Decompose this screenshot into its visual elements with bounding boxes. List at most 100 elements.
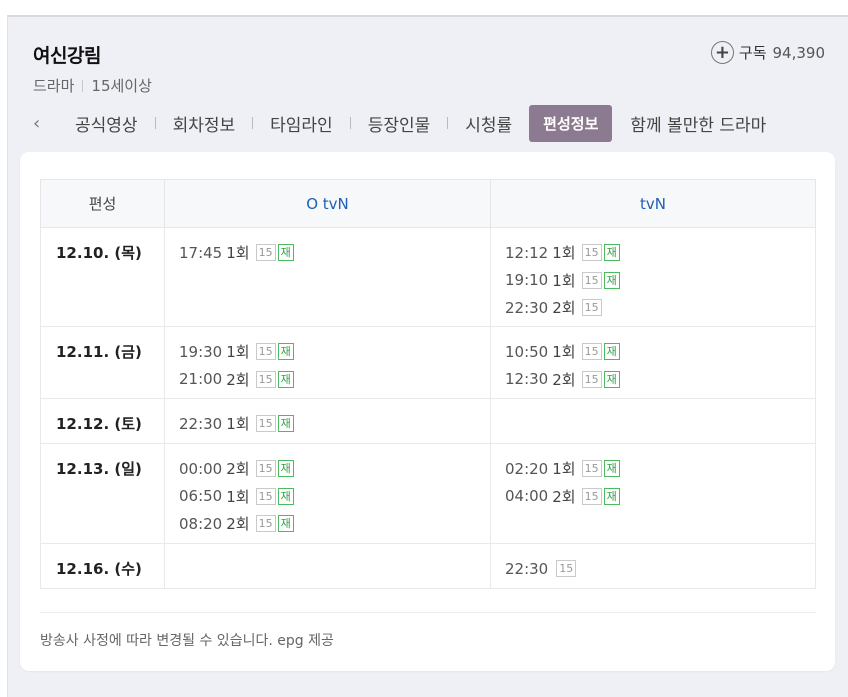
rating-label: 15세이상 [91,77,152,95]
rerun-badge: 재 [277,370,294,388]
airing-time: 19:30 [179,342,223,361]
schedule-header-row: 편성 O tvN tvN [40,179,816,228]
schedule-slot-ch1: 17:45 1회 15 재 [164,227,491,327]
airing-episode: 1회 [226,343,250,362]
airing-episode: 2회 [226,370,250,389]
meta-divider [82,79,84,92]
tab-divider [154,117,156,129]
airing-episode: 2회 [552,487,576,506]
airing-episode: 1회 [552,271,576,290]
airing-time: 22:30 [505,559,549,578]
rerun-badge: 재 [277,343,294,361]
airing-item[interactable]: 17:45 1회 15 재 [179,239,490,267]
airing-item[interactable]: 00:00 2회 15 재 [179,455,490,483]
schedule-slot-ch1 [164,543,491,589]
tab-schedule[interactable]: 편성정보 [529,104,613,142]
age-rating-badge: 15 [581,343,602,361]
tab-divider [252,117,254,129]
rerun-badge: 재 [277,487,294,505]
airing-time: 08:20 [179,514,223,533]
schedule-slot-ch2: 10:50 1회 15 재 12:30 2회 15 재 [490,326,816,399]
rerun-badge: 재 [277,460,294,478]
schedule-row: 12.16. (수) 22:30 15 [40,543,816,589]
airing-episode: 1회 [552,244,576,263]
airing-item[interactable]: 22:30 15 [505,555,815,583]
tab-divider [349,117,351,129]
rerun-badge: 재 [603,370,620,388]
age-rating-badge: 15 [255,370,276,388]
age-rating-badge: 15 [581,299,602,317]
rerun-badge: 재 [603,244,620,262]
schedule-row: 12.11. (금) 19:30 1회 15 재 21:00 2회 15 재 10:50 1회 15 재… [40,326,816,399]
genre-label: 드라마 [33,77,75,95]
airing-item[interactable]: 08:20 2회 15 재 [179,510,490,538]
airing-item[interactable]: 22:30 1회 15 재 [179,410,490,438]
airing-time: 06:50 [179,487,223,506]
footer-divider [40,612,816,613]
plus-circle-icon[interactable]: + [710,41,734,64]
header-schedule: 편성 [40,179,165,228]
airing-item[interactable]: 21:00 2회 15 재 [179,366,490,394]
age-rating-badge: 15 [255,487,276,505]
airing-item[interactable]: 12:30 2회 15 재 [505,366,815,394]
airing-episode: 2회 [226,460,250,479]
airing-episode: 1회 [226,244,250,263]
program-card: 여신강림 드라마 15세이상 + 구독 94,390 ‹ 공식영상 회차정보 타… [7,15,848,697]
airing-time: 22:30 [505,298,549,317]
tab-episode-info[interactable]: 회차정보 [173,111,236,136]
tab-similar-dramas[interactable]: 함께 볼만한 드라마 [630,111,766,136]
airing-item[interactable]: 19:30 1회 15 재 [179,338,490,366]
rerun-badge: 재 [277,244,294,262]
airing-episode: 2회 [552,370,576,389]
schedule-row: 12.10. (목) 17:45 1회 15 재 12:12 1회 15 재 19:10 1회 15 재… [40,227,816,327]
subscribe-label: 구독 [738,44,767,62]
age-rating-badge: 15 [255,515,276,533]
airing-item[interactable]: 12:12 1회 15 재 [505,239,815,267]
tab-official-video[interactable]: 공식영상 [75,111,138,136]
airing-item[interactable]: 02:20 1회 15 재 [505,455,815,483]
schedule-date: 12.11. (금) [40,326,165,399]
age-rating-badge: 15 [581,487,602,505]
rerun-badge: 재 [603,460,620,478]
airing-time: 04:00 [505,487,549,506]
airing-time: 00:00 [179,459,223,478]
tab-cast[interactable]: 등장인물 [368,111,431,136]
schedule-slot-ch2: 02:20 1회 15 재 04:00 2회 15 재 [490,443,816,544]
airing-episode: 1회 [552,343,576,362]
airing-item[interactable]: 06:50 1회 15 재 [179,483,490,511]
age-rating-badge: 15 [255,415,276,433]
airing-item[interactable]: 19:10 1회 15 재 [505,267,815,295]
airing-item[interactable]: 10:50 1회 15 재 [505,338,815,366]
age-rating-badge: 15 [581,244,602,262]
chevron-left-icon[interactable]: ‹ [33,113,55,134]
schedule-slot-ch1: 22:30 1회 15 재 [164,398,491,444]
tab-ratings[interactable]: 시청률 [465,111,512,136]
header-otvn[interactable]: O tvN [164,179,491,228]
header-tvn[interactable]: tvN [490,179,816,228]
schedule-row: 12.12. (토) 22:30 1회 15 재 [40,398,816,444]
airing-episode: 1회 [552,460,576,479]
program-meta: 드라마 15세이상 [33,75,152,96]
schedule-slot-ch2: 12:12 1회 15 재 19:10 1회 15 재 22:30 2회 15 [490,227,816,327]
airing-item[interactable]: 04:00 2회 15 재 [505,483,815,511]
subscribe-button[interactable]: + 구독 94,390 [710,41,826,64]
schedule-slot-ch1: 00:00 2회 15 재 06:50 1회 15 재 08:20 2회 15 재 [164,443,491,544]
tab-timeline[interactable]: 타임라인 [270,111,333,136]
schedule-slot-ch2 [490,398,816,444]
subscribe-count: 94,390 [772,43,826,62]
rerun-badge: 재 [277,515,294,533]
age-rating-badge: 15 [581,370,602,388]
age-rating-badge: 15 [581,271,602,289]
schedule-slot-ch1: 19:30 1회 15 재 21:00 2회 15 재 [164,326,491,399]
rerun-badge: 재 [603,271,620,289]
airing-item[interactable]: 22:30 2회 15 [505,294,815,322]
airing-time: 21:00 [179,370,223,389]
rerun-badge: 재 [603,487,620,505]
airing-time: 22:30 [179,414,223,433]
airing-time: 10:50 [505,342,549,361]
airing-episode: 2회 [552,299,576,318]
rerun-badge: 재 [603,343,620,361]
airing-time: 17:45 [179,243,223,262]
program-title[interactable]: 여신강림 [33,41,101,68]
age-rating-badge: 15 [581,460,602,478]
